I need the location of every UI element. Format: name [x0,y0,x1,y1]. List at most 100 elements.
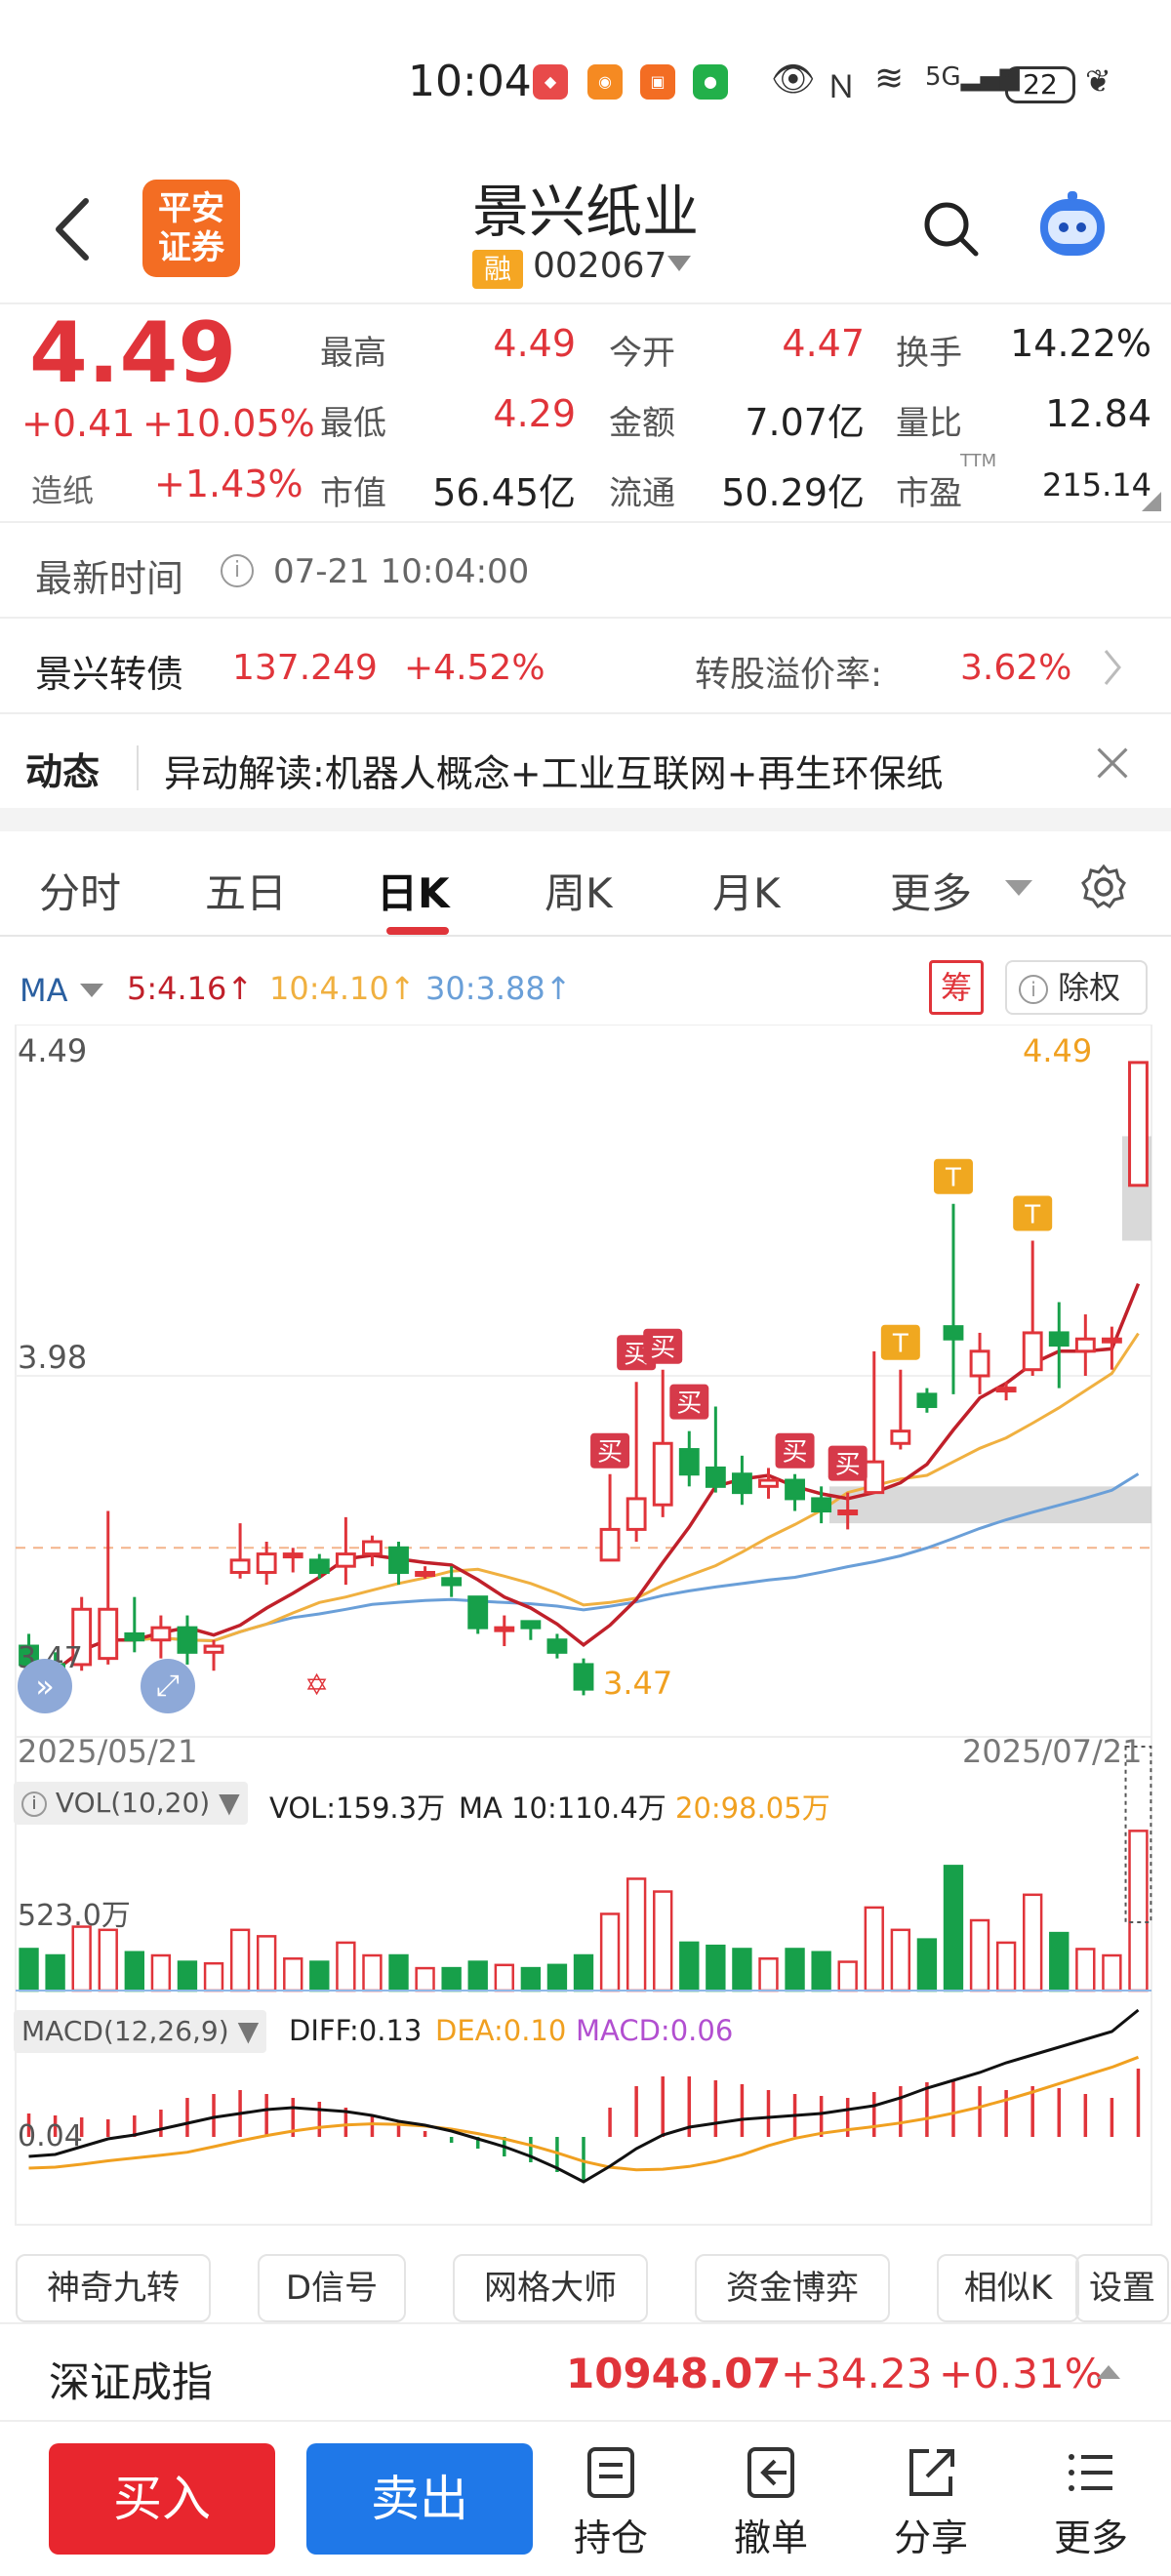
section-gap [0,808,1171,831]
candle-body [441,1577,463,1587]
volume-bar [890,1928,911,1992]
candle-body [1128,1061,1149,1187]
close-icon[interactable] [1095,745,1130,781]
tab-weekly-k[interactable]: 周K [545,861,613,920]
search-icon[interactable] [921,199,980,258]
tool-magic-nine[interactable]: 神奇九转 [16,2254,211,2322]
volume-bar [256,1935,277,1992]
chevron-right-icon[interactable] [1103,648,1122,687]
sell-button[interactable]: 卖出 [306,2443,533,2555]
expand-corner-icon[interactable] [1142,492,1161,511]
candle-body [124,1631,145,1642]
sector-change[interactable]: +1.43% [154,463,303,505]
price-change: +0.41 [21,402,136,445]
volume-bar [309,1960,330,1992]
tool-settings[interactable]: 设置 [1075,2254,1169,2322]
turnover-value: 14.22% [1010,322,1151,365]
volume-bar [203,1961,224,1992]
info-icon[interactable]: i [221,554,254,587]
volume-bar [1075,1948,1096,1992]
y-tick-high: 4.49 [18,1032,88,1069]
t-signal-label: T [1024,1200,1040,1229]
tab-more-caret-icon[interactable] [1005,880,1032,896]
buy-signal-label: 买 [835,1451,861,1480]
candlestick-chart[interactable]: 买买 买买买 买TTT [0,1025,1171,2244]
ma10-value: 10:4.10↑ [269,970,416,1007]
volume-bar [467,1960,488,1992]
chevron-up-icon[interactable] [1097,2365,1120,2379]
max-price-label: 4.49 [1023,1032,1093,1069]
tab-monthly-k[interactable]: 月K [712,861,781,920]
convertible-name[interactable]: 景兴转债 [35,644,183,698]
cancel-order-label: 撤单 [733,2516,808,2559]
expand-chart-icon[interactable]: » [18,1659,72,1713]
volume-bar [943,1865,964,1992]
tab-five-day[interactable]: 五日 [205,861,287,920]
volume-bar [811,1951,831,1992]
open-label: 今开 [609,334,675,373]
fullscreen-icon[interactable]: ⤢ [141,1659,195,1713]
candle-body [1048,1331,1070,1348]
candle-body [599,1527,621,1562]
chip-distribution-button[interactable]: 筹 [929,960,984,1015]
candle-body [758,1478,779,1488]
volume-value: VOL:159.3万 [269,1791,446,1825]
tool-similar-k[interactable]: 相似K [937,2254,1079,2322]
candle-body [864,1460,885,1495]
volume-ma20: 20:98.05万 [675,1791,830,1825]
ma5-value: 5:4.16↑ [127,970,254,1007]
candle-body [811,1497,832,1513]
macd-indicator-selector[interactable]: MACD(12,26,9) ▼ [14,2010,267,2053]
volume-bar [1023,1893,1043,1992]
tool-d-signal[interactable]: D信号 [258,2254,406,2322]
star-marker-icon[interactable]: ✡ [304,1669,329,1703]
tab-daily-k[interactable]: 日K [377,861,450,920]
volume-bar [229,1928,251,1992]
index-bar[interactable]: 深证成指 10948.07 +34.23 +0.31% [0,2322,1171,2420]
volume-bar [415,1966,435,1992]
share-button[interactable]: 分享 [872,2443,989,2561]
candle-body [308,1558,330,1574]
wifi-icon: ≋ [874,59,905,99]
tool-fund-game[interactable]: 资金博弈 [695,2254,890,2322]
stock-name: 景兴纸业 [471,179,699,245]
cancel-order-button[interactable]: 撤单 [712,2443,829,2561]
candle-body [282,1552,303,1559]
positions-button[interactable]: 持仓 [552,2443,669,2561]
margin-badge: 融 [472,250,523,289]
chevron-down-icon[interactable] [667,256,691,271]
volume-bar [573,1953,594,1992]
index-value: 10948.07 [566,2350,782,2397]
robot-assistant-icon[interactable] [1032,189,1112,262]
sector-name[interactable]: 造纸 [31,466,94,511]
volume-bar [336,1941,356,1992]
tab-intraday[interactable]: 分时 [39,861,121,920]
volume-bar [916,1938,938,1992]
more-button[interactable]: 更多 [1032,2443,1150,2561]
volume-indicator-selector[interactable]: i VOL(10,20) ▼ [14,1782,248,1825]
ma-selector[interactable]: MA [20,972,68,1009]
buy-button[interactable]: 买入 [49,2443,275,2555]
latest-time-value: 07-21 10:04:00 [273,552,530,591]
volume-bar [969,1918,990,1992]
battery-indicator: 22 [1005,66,1075,103]
tab-more[interactable]: 更多 [890,861,972,920]
low-value: 4.29 [493,392,576,435]
wechat-icon: ● [693,64,728,100]
volume-ma10: MA 10:110.4万 [459,1791,666,1825]
current-price: 4.49 [29,304,237,402]
settings-gear-icon[interactable] [1079,863,1128,911]
stock-code[interactable]: 002067 [533,246,666,286]
active-tab-underline [386,927,449,935]
tool-grid-master[interactable]: 网格大师 [453,2254,648,2322]
candle-body [705,1466,726,1488]
ma-caret-icon[interactable] [80,984,103,997]
macd-diff: DIFF:0.13 [289,2014,423,2047]
y-tick-mid: 3.98 [18,1339,88,1376]
news-text[interactable]: 异动解读:机器人概念+工业互联网+再生环保纸 [164,744,944,797]
adjust-button[interactable]: i 除权 [1005,960,1148,1015]
volume-bar [1049,1931,1070,1992]
pe-value: 215.14 [1042,466,1151,503]
volume-bar [1102,1953,1122,1992]
candle-body [652,1441,673,1507]
